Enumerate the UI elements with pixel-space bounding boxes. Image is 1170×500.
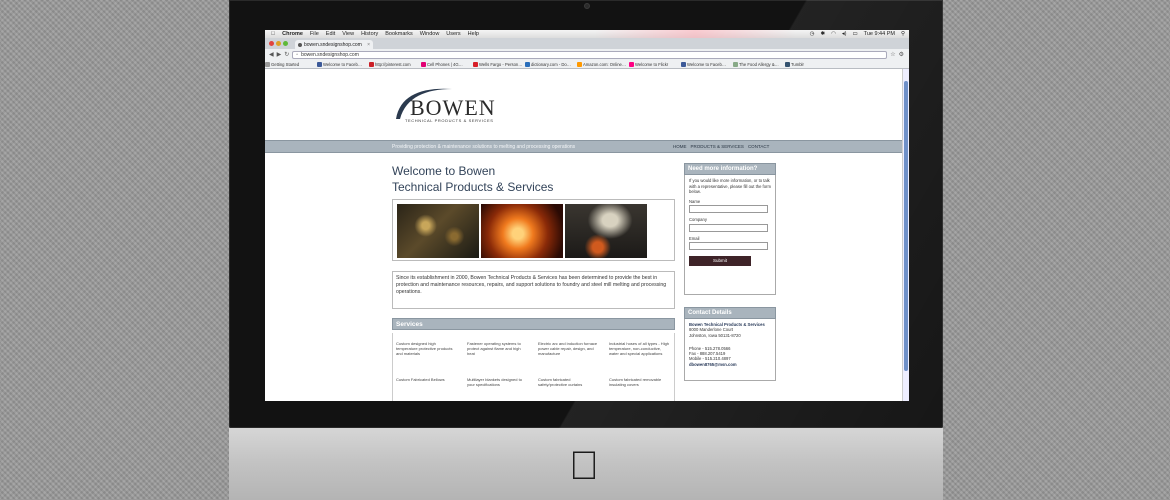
bookmark-item[interactable]: Amazon.com: Online… xyxy=(577,61,629,67)
service-item: Industrial hoses of all types - High tem… xyxy=(609,341,670,356)
bookmark-item[interactable]: Welcome to Faceb… xyxy=(317,61,369,67)
info-text: If you would like more information, or t… xyxy=(689,178,771,194)
site-header: BOWEN TECHNICAL PRODUCTS & SERVICES xyxy=(265,69,902,140)
web-page: BOWEN TECHNICAL PRODUCTS & SERVICES Prov… xyxy=(265,69,902,401)
intro-text: Since its establishment in 2000, Bowen T… xyxy=(392,271,675,309)
zoom-window-icon[interactable] xyxy=(283,41,288,46)
info-heading: Need more information? xyxy=(684,163,776,175)
company-field[interactable] xyxy=(689,223,768,232)
battery-icon[interactable]: ▭ xyxy=(852,31,857,37)
sidebar: Need more information? If you would like… xyxy=(684,163,776,381)
address-bar[interactable]: ▫ bowen.sndesignshop.com xyxy=(292,50,888,59)
bookmark-item[interactable]: Getting Started xyxy=(265,61,317,67)
wifi-icon[interactable]: ◠ xyxy=(831,31,836,37)
tab-title: bowen.sndesignshop.com xyxy=(304,41,362,48)
nav-products-services[interactable]: PRODUCTS & SERVICES xyxy=(691,144,744,149)
service-item: Fastener operating systems to protect ag… xyxy=(467,341,521,356)
submit-button[interactable]: Submit xyxy=(689,256,751,266)
contact-email-link[interactable]: dbowen8765@msn.com xyxy=(689,362,771,367)
service-item: Custom Fabricated Bellows xyxy=(396,377,445,382)
volume-icon[interactable]: ◂) xyxy=(842,31,847,37)
menu-history[interactable]: History xyxy=(361,31,378,37)
nav-contact[interactable]: CONTACT xyxy=(748,144,769,149)
apple-logo-icon:  xyxy=(569,444,599,489)
menu-chrome[interactable]: Chrome xyxy=(282,31,303,37)
bookmark-item[interactable]: dictionary.com - Do… xyxy=(525,61,577,67)
spotlight-icon[interactable]: ⚲ xyxy=(901,31,905,37)
site-nav-bar: Providing protection & maintenance solut… xyxy=(265,140,902,153)
vertical-scrollbar[interactable] xyxy=(902,69,909,401)
screen:  Chrome File Edit View History Bookmark… xyxy=(265,30,909,401)
company-label: Company xyxy=(689,217,707,222)
camera-icon xyxy=(584,3,590,9)
page-icon: ▫ xyxy=(296,51,299,58)
page-title-line-1: Welcome to Bowen xyxy=(392,164,496,178)
bookmark-item[interactable]: Welcome to Flickr xyxy=(629,61,681,67)
menu-help[interactable]: Help xyxy=(468,31,479,37)
bookmark-item[interactable]: Tumblr xyxy=(785,61,837,67)
menu-view[interactable]: View xyxy=(342,31,354,37)
forward-icon[interactable]: ▶ xyxy=(277,51,282,58)
service-item: Electric arc and induction furnace power… xyxy=(538,341,598,356)
steel-mill-photo xyxy=(565,204,647,258)
bookmark-item[interactable]: http://pinterest.com xyxy=(369,61,421,67)
tagline: Providing protection & maintenance solut… xyxy=(392,144,576,150)
info-form: If you would like more information, or t… xyxy=(684,175,776,295)
url-text: bowen.sndesignshop.com xyxy=(301,51,359,58)
bookmark-item[interactable]: Cell Phones | 4G… xyxy=(421,61,473,67)
name-field[interactable] xyxy=(689,205,768,213)
bookmarks-bar: Getting Started Welcome to Faceb… http:/… xyxy=(265,60,909,69)
apple-menu-icon[interactable]:  xyxy=(271,31,275,37)
email-field[interactable] xyxy=(689,242,768,250)
close-tab-icon[interactable]: × xyxy=(367,42,370,48)
back-icon[interactable]: ◀ xyxy=(269,51,274,58)
favicon-icon xyxy=(298,42,302,47)
menu-edit[interactable]: Edit xyxy=(326,31,335,37)
service-item: Custom fabricated safety/protective curt… xyxy=(538,377,583,387)
reload-icon[interactable]: ↻ xyxy=(284,51,289,58)
main-content: Welcome to Bowen Technical Products & Se… xyxy=(392,163,675,401)
services-grid: Custom designed high temperature protect… xyxy=(392,333,675,401)
service-item: Multilayer blankets designed to your spe… xyxy=(467,377,522,387)
clock[interactable]: Tue 9:44 PM xyxy=(864,31,895,37)
menu-bookmarks[interactable]: Bookmarks xyxy=(385,31,413,37)
logo-subtitle: TECHNICAL PRODUCTS & SERVICES xyxy=(405,118,494,123)
bookmark-item[interactable]: Welcome to Faceb… xyxy=(681,61,733,67)
minimize-window-icon[interactable] xyxy=(276,41,281,46)
menu-users[interactable]: Users xyxy=(446,31,460,37)
name-label: Name xyxy=(689,198,701,204)
close-window-icon[interactable] xyxy=(269,41,274,46)
bookmark-item[interactable]: Wells Fargo - Person… xyxy=(473,61,525,67)
browser-tab[interactable]: bowen.sndesignshop.com × xyxy=(295,40,373,49)
bookmark-star-icon[interactable]: ☆ xyxy=(890,51,895,58)
mac-menu-bar:  Chrome File Edit View History Bookmark… xyxy=(265,30,909,38)
imac-monitor:  Chrome File Edit View History Bookmark… xyxy=(229,0,943,500)
service-item: Custom designed high temperature protect… xyxy=(396,341,453,356)
nav-home[interactable]: HOME xyxy=(673,144,687,149)
machinery-photo xyxy=(397,204,479,258)
photo-strip xyxy=(392,199,675,261)
browser-tab-bar: bowen.sndesignshop.com × xyxy=(265,38,909,49)
contact-details: Bowen Technical Products & Services 8000… xyxy=(684,319,776,381)
bookmark-item[interactable]: The Food Allergy &… xyxy=(733,61,785,67)
menu-window[interactable]: Window xyxy=(420,31,440,37)
service-item: Custom fabricated removable insulating c… xyxy=(609,377,662,387)
time-machine-icon[interactable]: ◷ xyxy=(810,31,815,37)
scrollbar-thumb[interactable] xyxy=(904,81,908,371)
wrench-icon[interactable]: ⚙ xyxy=(899,51,904,58)
services-heading: Services xyxy=(392,318,675,330)
browser-toolbar: ◀ ▶ ↻ ▫ bowen.sndesignshop.com ☆ ⚙ xyxy=(265,49,909,60)
menu-file[interactable]: File xyxy=(310,31,319,37)
bluetooth-icon[interactable]: ✱ xyxy=(820,31,825,37)
contact-heading: Contact Details xyxy=(684,307,776,319)
page-title-line-2: Technical Products & Services xyxy=(392,180,554,194)
email-label: Email xyxy=(689,235,700,241)
molten-metal-photo xyxy=(481,204,563,258)
